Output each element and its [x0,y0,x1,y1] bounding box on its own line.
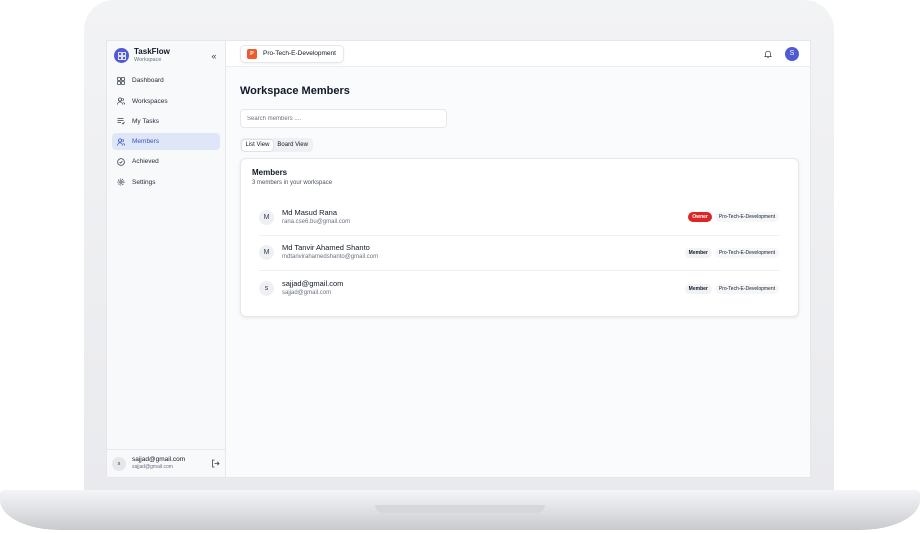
app-logo-icon [114,48,129,63]
member-name: Md Tanvir Ahamed Shanto [282,243,370,253]
main-area: P Pro-Tech-E-Development S Workspace Mem… [226,41,810,477]
view-toggle: List View Board View [240,138,314,152]
user-avatar-button[interactable]: S [785,46,799,61]
role-badge: Member [684,247,712,258]
member-name: sajjad@gmail.com [282,279,344,289]
sidebar-item-label: Settings [132,178,156,186]
role-badge: Owner [688,212,712,223]
list-icon [117,117,125,125]
bell-icon[interactable] [764,50,772,58]
logout-icon[interactable] [211,459,220,468]
workspace-switcher[interactable]: P Pro-Tech-E-Development [240,44,344,63]
users-icon [117,97,125,105]
sidebar-item-label: My Tasks [132,117,159,125]
collapse-sidebar-button[interactable]: « [209,51,219,61]
check-circle-icon [117,158,125,166]
avatar: s [259,281,274,297]
member-info: Md Tanvir Ahamed Shanto mdtanvirahamedsh… [282,243,685,262]
tab-board-view[interactable]: Board View [273,140,312,151]
dashboard-icon [117,76,125,85]
brand-text: TaskFlow Workspace [134,47,209,64]
user-name: sajjad@gmail.com [132,456,186,463]
sidebar-item-label: Workspaces [132,97,168,105]
sidebar-item-achieved[interactable]: Achieved [112,153,220,170]
brand: TaskFlow Workspace « [107,41,225,67]
sidebar-item-label: Dashboard [132,77,164,85]
member-list: M Md Masud Rana rana.cse6.bu@gmail.com O… [252,200,787,307]
sidebar-user-footer: s sajjad@gmail.com sajjad@gmail.com [107,449,225,477]
workspace-name: Pro-Tech-E-Development [263,50,336,57]
workspace-badge: P [247,48,257,59]
laptop-notch [375,505,545,513]
sidebar-nav: Dashboard Workspaces My Tasks Members Ac… [107,69,225,191]
avatar: M [259,245,274,261]
sidebar-item-my-tasks[interactable]: My Tasks [112,113,220,130]
member-name: Md Masud Rana [282,207,338,217]
app-subtitle: Workspace [134,57,162,63]
gear-icon [117,178,125,186]
member-info: Md Masud Rana rana.cse6.bu@gmail.com [282,208,688,227]
role-badge: Member [684,283,712,294]
member-email: rana.cse6.bu@gmail.com [282,218,351,225]
workspace-tag: Pro-Tech-E-Development [714,283,779,294]
page-content: Workspace Members List View Board View M… [226,67,810,317]
user-info: sajjad@gmail.com sajjad@gmail.com [132,456,211,471]
page-title: Workspace Members [240,85,350,97]
sidebar: TaskFlow Workspace « Dashboard Workspace… [107,41,226,477]
topbar: P Pro-Tech-E-Development S [226,41,810,67]
list-item[interactable]: M Md Masud Rana rana.cse6.bu@gmail.com O… [259,200,779,236]
search-input[interactable] [240,109,447,128]
member-email: sajjad@gmail.com [282,290,332,297]
card-title: Members [252,168,288,177]
sidebar-item-settings[interactable]: Settings [112,174,220,191]
workspace-tag: Pro-Tech-E-Development [714,212,779,223]
sidebar-item-label: Achieved [132,158,159,166]
members-icon [117,138,125,146]
app-name: TaskFlow [134,47,170,56]
workspace-tag: Pro-Tech-E-Development [714,247,779,258]
sidebar-item-workspaces[interactable]: Workspaces [112,93,220,110]
avatar: s [112,456,126,471]
member-email: mdtanvirahamedshanto@gmail.com [282,254,379,261]
sidebar-item-label: Members [132,138,160,146]
sidebar-item-dashboard[interactable]: Dashboard [112,72,220,89]
card-subtitle: 3 members in your workspace [252,180,333,186]
user-email: sajjad@gmail.com [132,464,173,470]
app-screen: TaskFlow Workspace « Dashboard Workspace… [106,40,811,478]
list-item[interactable]: M Md Tanvir Ahamed Shanto mdtanvirahamed… [259,236,779,271]
list-item[interactable]: s sajjad@gmail.com sajjad@gmail.com Memb… [259,271,779,307]
members-card: Members 3 members in your workspace M Md… [240,158,799,317]
member-info: sajjad@gmail.com sajjad@gmail.com [282,279,685,298]
tab-list-view[interactable]: List View [241,139,274,151]
sidebar-item-members[interactable]: Members [112,133,220,151]
avatar: M [259,209,274,225]
